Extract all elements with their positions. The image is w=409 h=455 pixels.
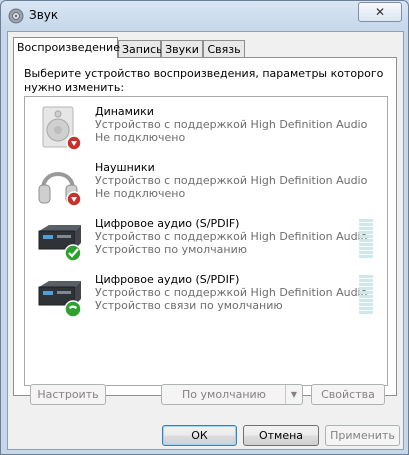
- device-name: Динамики: [95, 105, 154, 118]
- set-default-label: По умолчанию: [182, 388, 266, 401]
- tab-playback[interactable]: Воспроизведение: [13, 37, 120, 58]
- device-status: Устройство по умолчанию: [95, 243, 248, 256]
- ok-button[interactable]: ОК: [162, 425, 237, 446]
- device-description: Устройство с поддержкой High Definition …: [95, 118, 368, 131]
- window-title: Звук: [29, 8, 59, 22]
- speaker-icon: [42, 106, 82, 151]
- device-name: Цифровое аудио (S/PDIF): [95, 217, 240, 230]
- headphones-icon: [38, 172, 82, 207]
- digital-audio-icon: [38, 225, 82, 262]
- device-status: Устройство связи по умолчанию: [95, 299, 283, 312]
- tab-recording[interactable]: Запись: [118, 40, 163, 57]
- instruction-text: Выберите устройство воспроизведения, пар…: [24, 67, 384, 94]
- device-description: Устройство с поддержкой High Definition …: [95, 174, 368, 187]
- set-default-split-button[interactable]: По умолчанию ▼: [161, 384, 303, 405]
- disconnected-badge: [66, 135, 82, 151]
- cancel-button[interactable]: Отмена: [243, 425, 319, 446]
- device-item-digital-audio-default[interactable]: Цифровое аудио (S/PDIF) Устройство с под…: [25, 215, 385, 267]
- device-item-speakers[interactable]: Динамики Устройство с поддержкой High De…: [25, 103, 385, 155]
- sound-dialog: Звук ✕ Воспроизведение Запись Звуки Связ…: [0, 0, 409, 455]
- device-description: Устройство с поддержкой High Definition …: [95, 286, 368, 299]
- apply-button[interactable]: Применить: [325, 425, 400, 446]
- volume-meter: [359, 219, 373, 261]
- playback-panel: Выберите устройство воспроизведения, пар…: [13, 57, 397, 396]
- device-name: Цифровое аудио (S/PDIF): [95, 273, 240, 286]
- dropdown-arrow-icon[interactable]: ▼: [285, 385, 302, 404]
- device-name: Наушники: [95, 161, 155, 174]
- volume-meter: [359, 275, 373, 317]
- dialog-client-area: Воспроизведение Запись Звуки Связь Выбер…: [7, 31, 404, 450]
- title-bar[interactable]: Звук ✕: [1, 1, 408, 31]
- device-status: Не подключено: [95, 187, 186, 200]
- communication-phone-badge: [64, 300, 82, 318]
- device-list[interactable]: Динамики Устройство с поддержкой High De…: [24, 96, 388, 386]
- disconnected-badge: [66, 191, 82, 207]
- configure-button[interactable]: Настроить: [30, 384, 106, 405]
- device-description: Устройство с поддержкой High Definition …: [95, 230, 368, 243]
- speaker-title-icon: [8, 8, 24, 24]
- device-item-headphones[interactable]: Наушники Устройство с поддержкой High De…: [25, 159, 385, 211]
- tab-communications[interactable]: Связь: [203, 40, 245, 57]
- properties-button[interactable]: Свойства: [311, 384, 385, 405]
- digital-audio-icon: [38, 281, 82, 318]
- close-button[interactable]: ✕: [358, 2, 402, 22]
- device-status: Не подключено: [95, 131, 186, 144]
- default-check-badge: [64, 244, 82, 262]
- device-item-digital-audio-communications[interactable]: Цифровое аудио (S/PDIF) Устройство с под…: [25, 271, 385, 323]
- tab-sounds[interactable]: Звуки: [161, 40, 203, 57]
